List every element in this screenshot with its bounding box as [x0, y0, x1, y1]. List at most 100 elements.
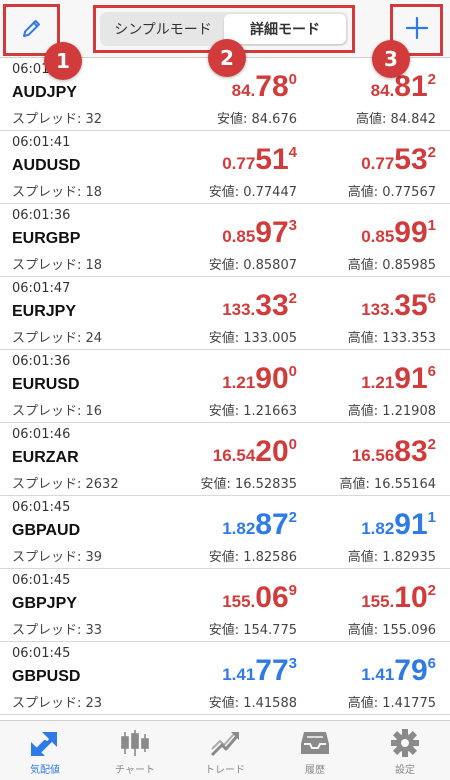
ask-price: 1.21916: [361, 363, 436, 394]
quote-low: 安値: 154.775: [208, 623, 297, 638]
tab-chart-label: チャート: [115, 765, 155, 776]
quote-high: 高値: 133.353: [347, 331, 436, 346]
quote-row[interactable]: 06:01:41 AUDUSD スプレッド: 18 0.77514 0.77532 安値:…: [0, 131, 450, 204]
pencil-icon: [20, 16, 44, 44]
ask-price-major: 133.: [361, 300, 395, 319]
ask-price-major: 84.: [370, 81, 395, 100]
bottom-tab-bar: 気配値 チャート トレード 履歴 設定: [0, 720, 450, 780]
quote-time: 06:01:46: [12, 427, 71, 442]
quote-low: 安値: 1.82586: [208, 550, 297, 565]
ask-price: 155.102: [361, 581, 436, 614]
bid-price-pips: 06: [255, 581, 289, 614]
quote-time: 06:01:36: [12, 208, 71, 223]
quote-symbol: GBPJPY: [12, 595, 77, 612]
quote-row[interactable]: 06:01:45 GBPAUD スプレッド: 39 1.82872 1.82911 安値:…: [0, 496, 450, 569]
quote-low: 安値: 1.21663: [208, 404, 297, 419]
bid-price-pips: 87: [255, 508, 289, 541]
ask-price-major: 1.41: [361, 665, 395, 684]
quote-spread: スプレッド: 39: [12, 550, 103, 565]
tab-trade-label: トレード: [205, 765, 245, 776]
tab-history[interactable]: 履歴: [270, 721, 360, 780]
quote-low: 安値: 16.52835: [200, 477, 297, 492]
bid-price-pips: 51: [255, 143, 289, 176]
quote-symbol: EURUSD: [12, 376, 80, 393]
ask-price-pips: 79: [394, 654, 428, 687]
callout-badge-1: 1: [44, 42, 82, 80]
quote-time: 06:01:47: [12, 281, 71, 296]
quote-symbol: AUDUSD: [12, 157, 81, 174]
quote-low: 安値: 133.005: [208, 331, 297, 346]
ask-price-major: 1.21: [361, 373, 395, 392]
bid-price-pips: 78: [255, 70, 289, 103]
quote-symbol: AUDJPY: [12, 84, 77, 101]
bid-price-pips: 90: [255, 362, 289, 395]
tab-chart[interactable]: チャート: [90, 721, 180, 780]
bid-price-fraction: 0: [288, 436, 297, 453]
bid-price: 133.332: [222, 289, 297, 322]
quote-symbol: GBPAUD: [12, 522, 81, 539]
bid-price-major: 1.41: [222, 665, 256, 684]
quote-spread: スプレッド: 32: [12, 112, 103, 127]
ask-price-fraction: 6: [427, 655, 436, 672]
quote-high: 高値: 0.85985: [347, 258, 436, 273]
quote-row[interactable]: 06:01:45 GBPJPY スプレッド: 33 155.069 155.102 安値:…: [0, 569, 450, 642]
ask-price-pips: 83: [394, 435, 428, 468]
trade-trend-icon: [208, 727, 242, 759]
quote-row[interactable]: 06:01:36 EURUSD スプレッド: 16 1.21900 1.21916 安値:…: [0, 350, 450, 423]
bid-price-fraction: 0: [288, 363, 297, 380]
ask-price-fraction: 2: [427, 436, 436, 453]
quote-row[interactable]: 06:01:45 GBPUSD スプレッド: 23 1.41773 1.41796 安値:…: [0, 642, 450, 715]
bid-price-pips: 33: [255, 289, 289, 322]
tab-trade[interactable]: トレード: [180, 721, 270, 780]
bid-price: 0.77514: [222, 143, 297, 176]
tab-settings[interactable]: 設定: [360, 721, 450, 780]
quote-high: 高値: 84.842: [356, 112, 436, 127]
bid-price: 84.780: [232, 70, 297, 103]
quote-time: 06:01:41: [12, 135, 71, 150]
quote-spread: スプレッド: 18: [12, 258, 103, 273]
tab-quotes[interactable]: 気配値: [0, 721, 90, 780]
quote-row[interactable]: 06:01:47 EURJPY スプレッド: 24 133.332 133.356 安値:…: [0, 277, 450, 350]
tab-history-label: 履歴: [305, 765, 325, 776]
quote-row[interactable]: 06:01:36 EURGBP スプレッド: 18 0.85973 0.85991 安値:…: [0, 204, 450, 277]
segment-detail-mode[interactable]: 詳細モード: [224, 14, 346, 44]
ask-price-fraction: 2: [427, 582, 436, 599]
segment-simple-mode[interactable]: シンプルモード: [102, 14, 224, 44]
ask-price-major: 1.82: [361, 519, 395, 538]
quote-high: 高値: 1.41775: [347, 696, 436, 711]
quote-spread: スプレッド: 24: [12, 331, 103, 346]
ask-price-fraction: 6: [427, 363, 436, 380]
quote-time: 06:01:45: [12, 500, 71, 515]
quote-time: 06:01:45: [12, 646, 71, 661]
ask-price-major: 155.: [361, 592, 395, 611]
bid-price: 155.069: [222, 581, 297, 614]
ask-price-fraction: 1: [427, 217, 436, 234]
ask-price-fraction: 1: [427, 509, 436, 526]
bid-price-major: 0.77: [222, 154, 256, 173]
bid-price-pips: 97: [255, 216, 289, 249]
bid-price-fraction: 4: [288, 144, 297, 161]
quote-time: 06:01:45: [12, 573, 71, 588]
quote-spread: スプレッド: 2632: [12, 477, 119, 492]
callout-badge-2: 2: [208, 39, 246, 77]
quote-low: 安値: 0.85807: [208, 258, 297, 273]
bid-price-fraction: 3: [288, 655, 297, 672]
quote-row[interactable]: 06:01:46 EURZAR スプレッド: 2632 16.54200 16.5683…: [0, 423, 450, 496]
bid-price-fraction: 0: [288, 71, 297, 88]
settings-gear-icon: [388, 727, 422, 759]
quote-high: 高値: 0.77567: [347, 185, 436, 200]
quote-spread: スプレッド: 33: [12, 623, 103, 638]
ask-price: 0.77532: [361, 144, 436, 175]
quote-spread: スプレッド: 16: [12, 404, 103, 419]
bid-price-major: 0.85: [222, 227, 256, 246]
ask-price: 0.85991: [361, 217, 436, 248]
quote-symbol: EURZAR: [12, 449, 79, 466]
ask-price: 16.56832: [352, 435, 436, 468]
quote-symbol: EURJPY: [12, 303, 77, 320]
callout-badge-3: 3: [372, 40, 410, 78]
bid-price: 1.21900: [222, 362, 297, 395]
quote-symbol: GBPUSD: [12, 668, 81, 685]
quote-list: 06:01 AUDJPY スプレッド: 32 84.780 84.812 安値: 84.6…: [0, 58, 450, 715]
ask-price-pips: 10: [394, 581, 428, 614]
quote-low: 安値: 0.77447: [208, 185, 297, 200]
